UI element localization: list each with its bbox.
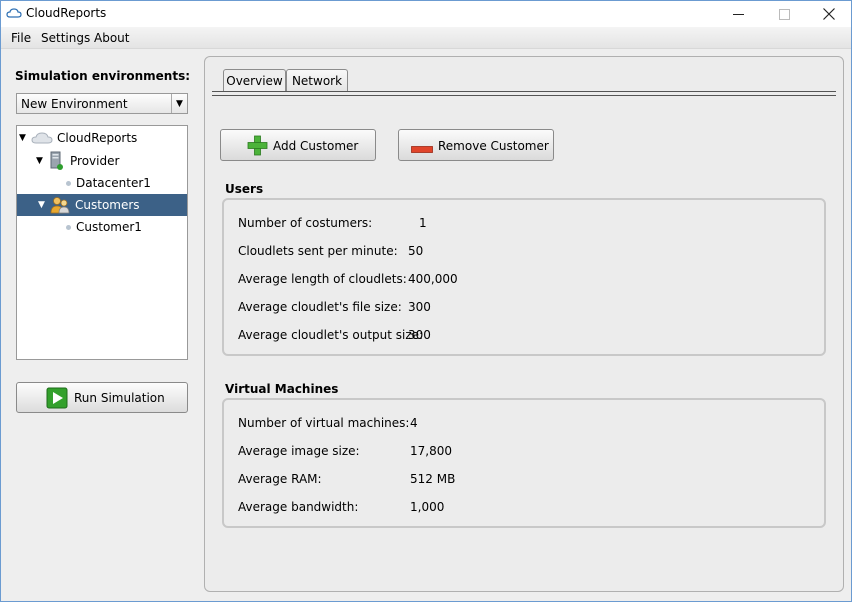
expand-toggle-icon[interactable]: ▼	[36, 156, 48, 166]
tab-divider	[212, 95, 836, 96]
plus-icon	[247, 135, 268, 159]
environment-select[interactable]: New Environment ▼	[16, 93, 188, 114]
maximize-icon	[778, 8, 790, 20]
close-icon	[823, 8, 835, 20]
users-section-title: Users	[225, 182, 264, 196]
virtual-machines-section-title: Virtual Machines	[225, 382, 339, 396]
tree-item-customer1-label: Customer1	[76, 220, 142, 234]
users-icon	[50, 196, 70, 214]
expand-toggle-icon[interactable]: ▼	[38, 200, 50, 210]
environment-tree: ▼ CloudReports ▼ Provider Datacenter1 ▼ …	[16, 125, 188, 360]
tree-item-datacenter-label: Datacenter1	[76, 176, 151, 190]
field-value: 1	[419, 216, 427, 230]
menu-file[interactable]: File	[11, 31, 31, 45]
app-window: CloudReports File Settings About Simulat…	[0, 0, 852, 602]
field-label: Average cloudlet's file size:	[238, 300, 402, 314]
tree-item-customer1[interactable]: Customer1	[66, 216, 142, 238]
chevron-down-icon[interactable]: ▼	[171, 94, 187, 113]
tree-item-root[interactable]: ▼ CloudReports	[19, 127, 137, 149]
tree-item-provider[interactable]: ▼ Provider	[36, 150, 119, 172]
tree-item-datacenter[interactable]: Datacenter1	[66, 172, 151, 194]
title-bar: CloudReports	[1, 1, 851, 27]
menu-bar: File Settings About	[1, 27, 851, 49]
cloud-icon	[6, 7, 22, 22]
add-customer-button[interactable]: Add Customer	[220, 129, 376, 161]
leaf-node-icon	[66, 224, 71, 230]
add-customer-label: Add Customer	[273, 139, 359, 153]
tab-divider	[212, 91, 836, 92]
field-label: Average RAM:	[238, 472, 322, 486]
menu-settings[interactable]: Settings	[41, 31, 90, 45]
expand-toggle-icon[interactable]: ▼	[19, 133, 31, 143]
field-label: Average bandwidth:	[238, 500, 359, 514]
leaf-node-icon	[66, 180, 71, 186]
field-value: 512 MB	[410, 472, 456, 486]
tab-overview[interactable]: Overview	[223, 69, 286, 92]
field-value: 300	[408, 328, 431, 342]
field-value: 1,000	[410, 500, 445, 514]
minus-icon	[411, 142, 433, 156]
close-button[interactable]	[806, 1, 852, 27]
tab-overview-label: Overview	[226, 74, 283, 88]
window-title: CloudReports	[26, 6, 107, 20]
field-value: 50	[408, 244, 424, 258]
tree-item-root-label: CloudReports	[57, 131, 138, 145]
field-label: Number of costumers:	[238, 216, 373, 230]
tree-item-customers[interactable]: ▼ Customers	[17, 194, 187, 216]
remove-customer-button[interactable]: Remove Customer	[398, 129, 554, 161]
tab-network-label: Network	[291, 74, 343, 88]
field-value: 4	[410, 416, 418, 430]
field-value: 400,000	[408, 272, 458, 286]
run-simulation-label: Run Simulation	[74, 391, 165, 405]
menu-about[interactable]: About	[94, 31, 129, 45]
field-value: 300	[408, 300, 431, 314]
field-label: Cloudlets sent per minute:	[238, 244, 398, 258]
environment-select-value: New Environment	[21, 97, 128, 111]
field-label: Number of virtual machines:	[238, 416, 410, 430]
tree-item-customers-label: Customers	[75, 198, 140, 212]
field-value: 17,800	[410, 444, 452, 458]
tab-network[interactable]: Network	[286, 69, 348, 92]
run-simulation-button[interactable]: Run Simulation	[16, 382, 188, 413]
play-icon	[46, 387, 68, 412]
minimize-button[interactable]	[715, 1, 761, 27]
maximize-button[interactable]	[761, 1, 807, 27]
field-label: Average image size:	[238, 444, 360, 458]
field-label: Average cloudlet's output size:	[238, 328, 424, 342]
remove-customer-label: Remove Customer	[438, 139, 549, 153]
cloud-icon	[31, 131, 53, 145]
minimize-icon	[732, 13, 744, 15]
field-label: Average length of cloudlets:	[238, 272, 407, 286]
simulation-environments-label: Simulation environments:	[15, 69, 191, 83]
server-icon	[48, 151, 64, 171]
tree-item-provider-label: Provider	[70, 154, 120, 168]
